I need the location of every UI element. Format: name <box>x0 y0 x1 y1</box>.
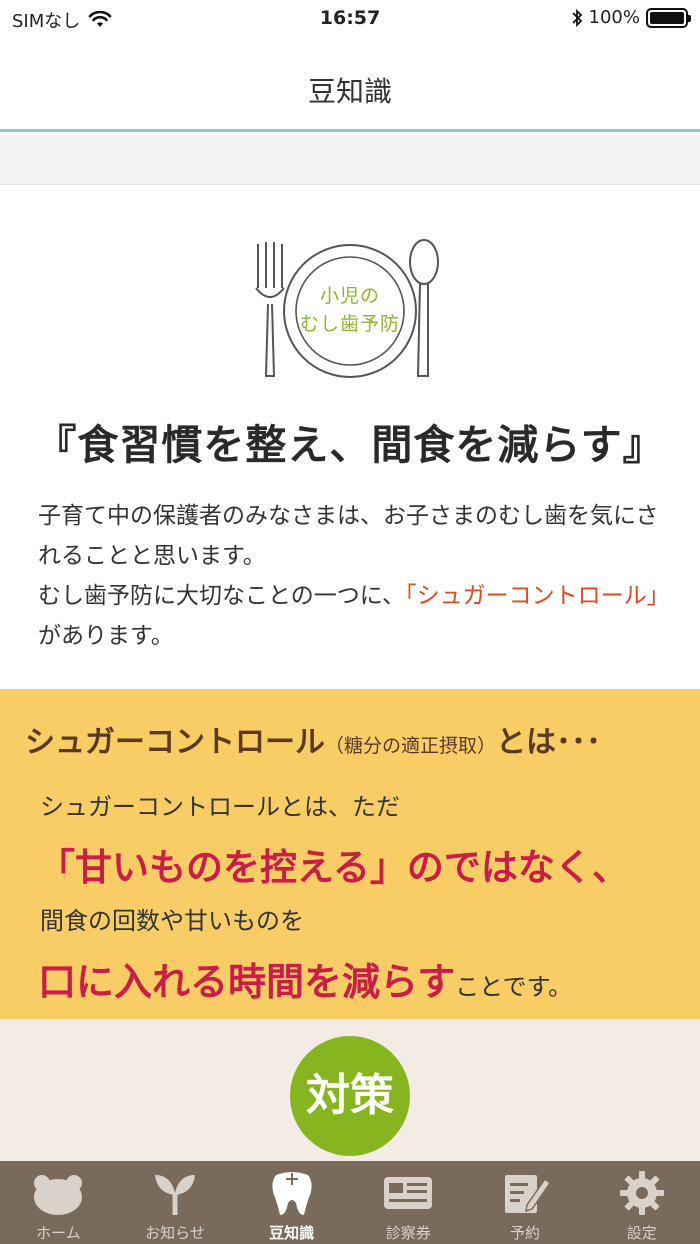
intro-text-2: むし歯予防に大切なことの一つに、 <box>38 583 406 609</box>
bear-icon <box>34 1175 83 1215</box>
intro-text-3: があります。 <box>38 623 174 649</box>
page-title: 豆知識 <box>307 75 392 108</box>
nav-bar: 豆知識 <box>0 38 700 132</box>
article-headline: 『食習慣を整え、間食を減らす』 <box>35 421 665 469</box>
tab-label-news: お知らせ <box>145 1224 205 1242</box>
plate-text-line2: むし歯予防 <box>299 313 400 335</box>
sugar-title-sub: （糖分の適正摂取） <box>325 735 497 757</box>
sugar-line-2: 「甘いものを控える」のではなく、 <box>38 846 629 889</box>
tab-tips[interactable]: 豆知識 <box>233 1161 350 1244</box>
sugar-line-4-emphasis: 口に入れる時間を減らす <box>38 960 456 1004</box>
tab-label-settings: 設定 <box>626 1224 657 1242</box>
tab-label-home: ホーム <box>36 1224 81 1242</box>
tab-bar: ホーム お知らせ 豆知識 診察券 予約 設定 <box>0 1161 700 1244</box>
tab-label-card: 診察券 <box>385 1224 431 1242</box>
spoon-icon <box>409 239 439 377</box>
sugar-control-box: シュガーコントロール（糖分の適正摂取）とは･･･ シュガーコントロールとは、ただ… <box>0 689 700 1019</box>
battery-percent: 100% <box>588 7 640 28</box>
intro-paragraph: 子育て中の保護者のみなさまは、お子さまのむし歯を気にされることと思います。 むし… <box>38 496 678 656</box>
sugar-line-4: 口に入れる時間を減らすことです。 <box>38 951 572 1006</box>
tab-card[interactable]: 診察券 <box>350 1161 467 1244</box>
sugar-line-1: シュガーコントロールとは、ただ <box>40 793 400 821</box>
sugar-title-tail: とは･･･ <box>496 725 602 760</box>
sugar-line-4-tail: ことです。 <box>455 973 573 1001</box>
tab-label-tips: 豆知識 <box>269 1224 315 1242</box>
tab-label-reservation: 予約 <box>510 1224 541 1242</box>
article-content[interactable]: 小児の むし歯予防 『食習慣を整え、間食を減らす』 子育て中の保護者のみなさまは… <box>0 186 700 1161</box>
header-spacer <box>0 135 700 185</box>
battery-fill <box>650 11 684 24</box>
countermeasure-section: 対策 <box>0 1019 700 1161</box>
intro-highlight: 「シュガーコントロール」 <box>405 583 670 609</box>
countermeasure-badge: 対策 <box>290 1036 410 1156</box>
sprout-icon <box>155 1175 195 1215</box>
sugar-control-title: シュガーコントロール（糖分の適正摂取）とは･･･ <box>25 717 601 761</box>
status-bar: SIMなし 16:57 100% <box>0 0 700 38</box>
sugar-line-3: 間食の回数や甘いものを <box>40 907 304 935</box>
tab-settings[interactable]: 設定 <box>583 1161 700 1244</box>
card-icon <box>384 1177 433 1209</box>
gear-icon <box>619 1171 664 1215</box>
battery-icon <box>646 7 691 28</box>
intro-text-1: 子育て中の保護者のみなさまは、お子さまのむし歯を気にされることと思います。 <box>38 503 659 569</box>
tab-reservation[interactable]: 予約 <box>467 1161 584 1244</box>
edit-icon <box>505 1175 552 1213</box>
tab-home[interactable]: ホーム <box>0 1161 117 1244</box>
bluetooth-icon <box>571 8 582 27</box>
status-right: 100% <box>571 7 691 28</box>
tooth-icon <box>272 1172 312 1215</box>
sugar-title-main: シュガーコントロール <box>25 725 325 760</box>
tab-news[interactable]: お知らせ <box>117 1161 234 1244</box>
fork-icon <box>255 242 285 377</box>
plate-text-line1: 小児の <box>319 285 380 307</box>
